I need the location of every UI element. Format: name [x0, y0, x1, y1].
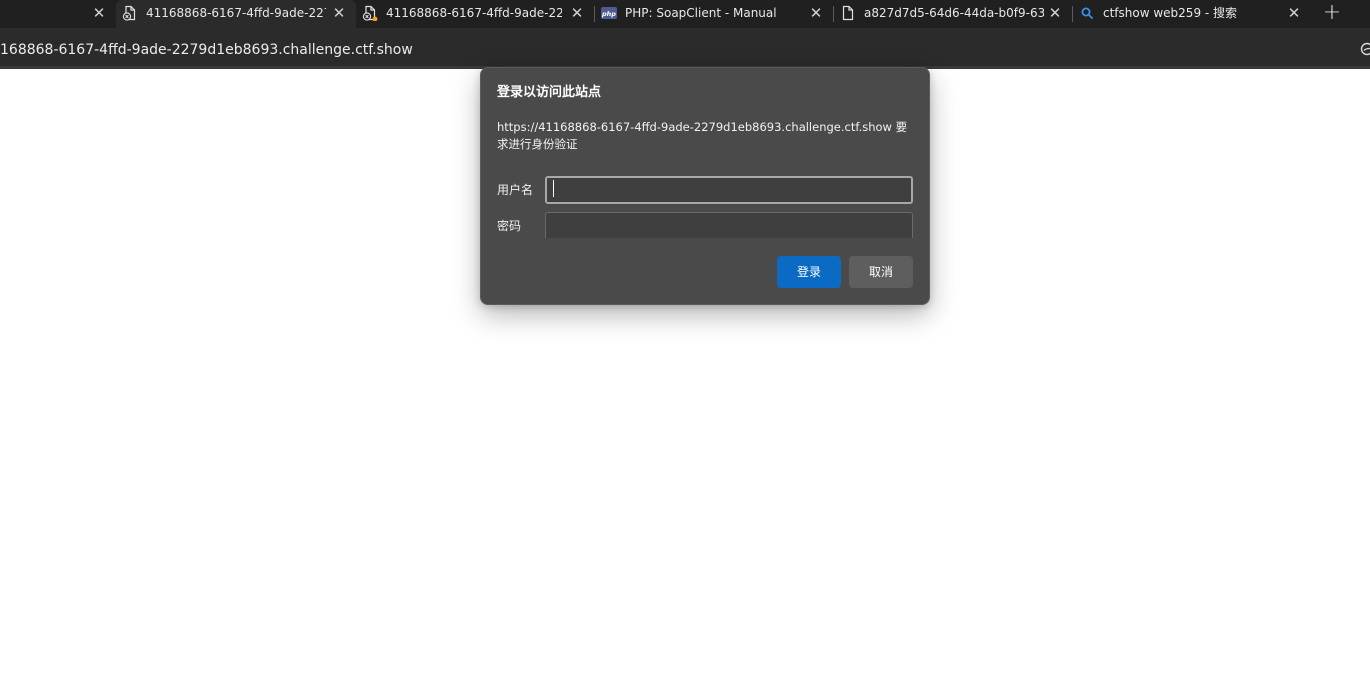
close-icon[interactable]: ✕ — [1046, 4, 1064, 22]
tab-0[interactable]: ✕ — [0, 0, 116, 28]
close-icon[interactable]: ✕ — [568, 4, 586, 22]
close-icon[interactable]: ✕ — [807, 4, 825, 22]
tab-title: a827d7d5-64d6-44da-b0f9-63e22 — [864, 6, 1044, 20]
username-label: 用户名 — [497, 183, 534, 197]
password-label: 密码 — [497, 219, 522, 233]
close-icon[interactable]: ✕ — [330, 4, 348, 22]
tab-strip: ✕ 41168868-6167-4ffd-9ade-2279d1eb8693.c… — [0, 0, 1370, 28]
address-text: 168868-6167-4ffd-9ade-2279d1eb8693.chall… — [0, 42, 413, 58]
tab-1[interactable]: 41168868-6167-4ffd-9ade-2279d1eb8693.cha… — [116, 0, 356, 28]
tab-4[interactable]: a827d7d5-64d6-44da-b0f9-63e22 ✕ — [834, 0, 1072, 28]
auth-dialog: 登录以访问此站点 https://41168868-6167-4ffd-9ade… — [480, 67, 930, 305]
tab-3[interactable]: php PHP: SoapClient - Manual ✕ — [595, 0, 833, 28]
dialog-message: https://41168868-6167-4ffd-9ade-2279d1eb… — [497, 120, 908, 151]
login-button[interactable]: 登录 — [777, 256, 841, 288]
tab-title: PHP: SoapClient - Manual — [625, 6, 777, 20]
password-input[interactable] — [545, 212, 913, 238]
php-icon: php — [601, 5, 617, 21]
tab-title: 41168868-6167-4ffd-9ade-2279d1eb8693.cha… — [146, 6, 326, 20]
close-icon[interactable]: ✕ — [1285, 4, 1303, 22]
dialog-title: 登录以访问此站点 — [497, 85, 602, 100]
text-caret — [553, 180, 554, 197]
new-tab-button[interactable]: + — [1320, 2, 1344, 26]
file-icon — [840, 5, 856, 21]
address-bar[interactable]: 168868-6167-4ffd-9ade-2279d1eb8693.chall… — [0, 28, 1370, 66]
file-error-icon — [122, 5, 138, 21]
tab-5[interactable]: ctfshow web259 - 搜索 ✕ — [1073, 0, 1311, 28]
svg-text:php: php — [601, 10, 616, 18]
search-icon — [1079, 5, 1095, 21]
close-icon[interactable]: ✕ — [90, 4, 108, 22]
tab-title: ctfshow web259 - 搜索 — [1103, 6, 1238, 20]
tab-title: 41168868-6167-4ffd-9ade-2279d1eb8693.cha… — [386, 6, 562, 20]
cancel-button[interactable]: 取消 — [849, 256, 913, 288]
username-input[interactable] — [545, 176, 913, 204]
browser-essentials-icon[interactable] — [1360, 41, 1370, 56]
tab-2[interactable]: 41168868-6167-4ffd-9ade-2279d1eb8693.cha… — [356, 0, 594, 28]
file-loading-icon — [362, 5, 378, 21]
